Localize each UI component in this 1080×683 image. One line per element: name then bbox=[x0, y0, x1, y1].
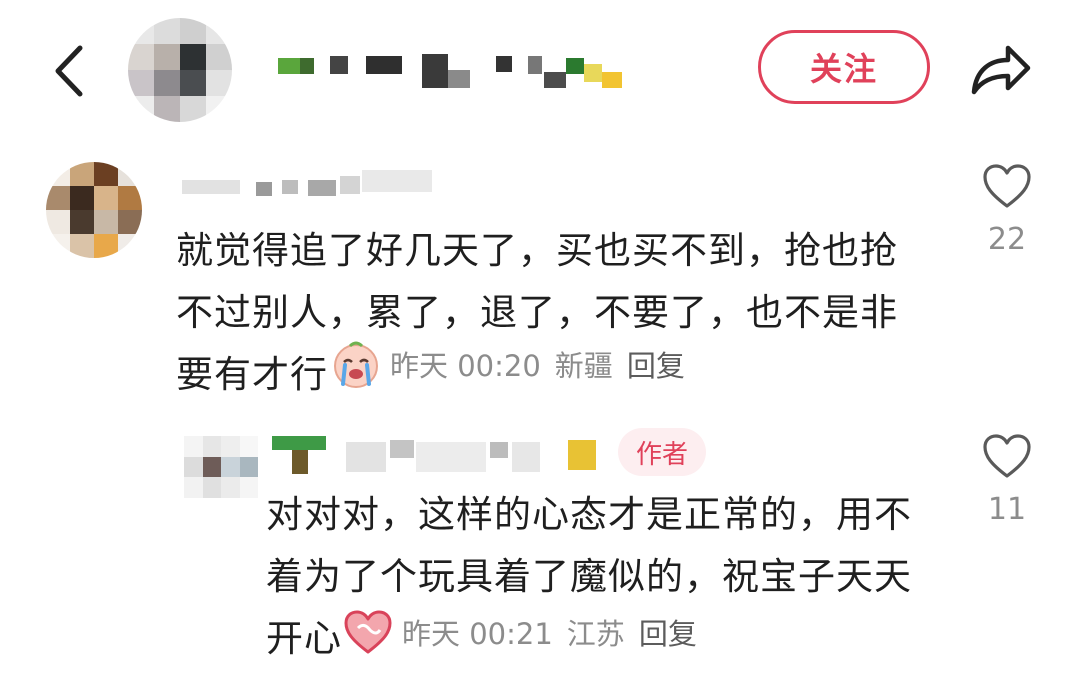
replier-avatar[interactable] bbox=[184, 436, 258, 498]
follow-button[interactable]: 关注 bbox=[758, 30, 930, 104]
heart-outline-icon bbox=[983, 434, 1031, 478]
commenter-avatar[interactable] bbox=[46, 162, 142, 258]
commenter-name-pixelated[interactable] bbox=[182, 168, 444, 198]
heart-outline-icon bbox=[983, 164, 1031, 208]
chevron-left-icon bbox=[55, 45, 83, 97]
author-badge: 作者 bbox=[618, 428, 706, 476]
replier-name-pixelated[interactable] bbox=[272, 436, 608, 476]
reply-line: 着为了个玩具着了魔似的，祝宝子天天 bbox=[266, 555, 912, 598]
reply-time: 昨天 00:21 bbox=[402, 617, 553, 651]
back-button[interactable] bbox=[44, 36, 94, 106]
comment-time: 昨天 00:20 bbox=[390, 349, 541, 383]
reply-like-button[interactable]: 11 bbox=[972, 432, 1042, 527]
heart-hands-emoji bbox=[342, 606, 394, 658]
comment-like-button[interactable]: 22 bbox=[972, 162, 1042, 257]
reply-reply-button[interactable]: 回复 bbox=[639, 611, 697, 653]
share-arrow-icon bbox=[971, 45, 1031, 95]
comment-thread-screen: 关注 就觉得追了好几天了，买也买不到，抢也抢 不过别人，累了，退了，不要了，也不… bbox=[0, 0, 1080, 683]
comment-line: 就觉得追了好几天了，买也买不到，抢也抢 bbox=[176, 229, 898, 272]
comment-reply-button[interactable]: 回复 bbox=[627, 343, 685, 385]
reply-line: 对对对，这样的心态才是正常的，用不 bbox=[266, 493, 912, 536]
author-name-pixelated[interactable] bbox=[272, 52, 628, 92]
author-avatar[interactable] bbox=[128, 18, 232, 122]
comment-like-count: 22 bbox=[987, 222, 1027, 257]
comment-line: 不过别人，累了，退了，不要了，也不是非 bbox=[176, 291, 898, 334]
share-button[interactable] bbox=[962, 34, 1038, 104]
reply-like-count: 11 bbox=[987, 492, 1027, 527]
comment-meta: 昨天 00:20 新疆 回复 bbox=[330, 338, 685, 390]
top-bar: 关注 bbox=[0, 0, 1080, 140]
reply-meta: 昨天 00:21 江苏 回复 bbox=[342, 606, 697, 658]
reply-location: 江苏 bbox=[566, 617, 625, 651]
comment-location: 新疆 bbox=[554, 349, 613, 383]
crying-face-emoji bbox=[330, 338, 382, 390]
